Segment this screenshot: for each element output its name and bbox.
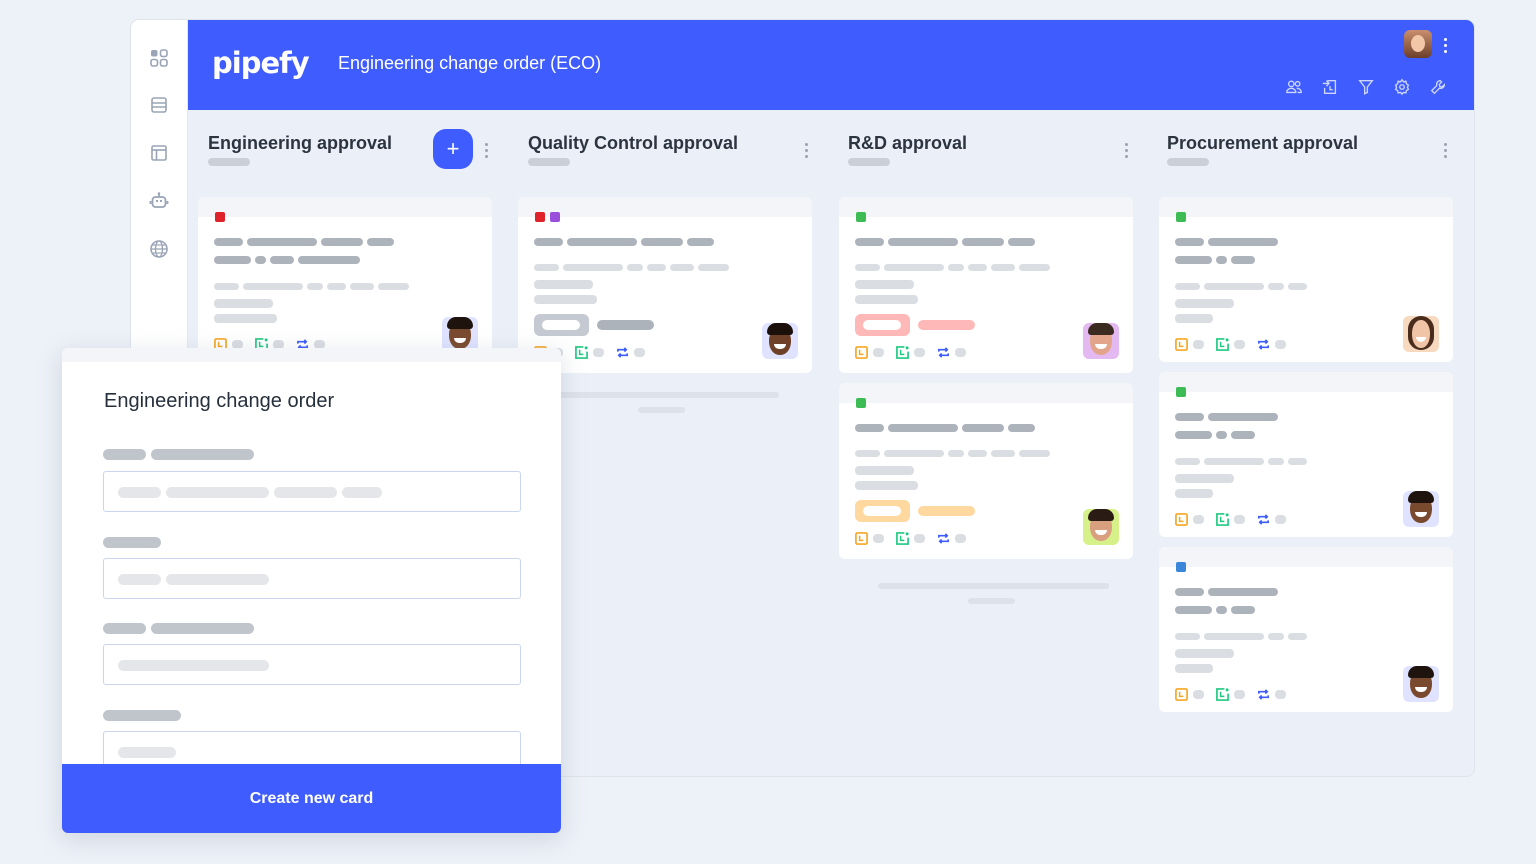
column-footer-placeholder <box>638 407 685 413</box>
phase-more-icon[interactable] <box>1443 143 1447 158</box>
user-avatar[interactable] <box>1404 30 1432 58</box>
sync-icon <box>1258 514 1269 525</box>
status-tag <box>855 314 975 336</box>
filter-icon[interactable] <box>1356 77 1376 97</box>
sync-icon <box>617 347 628 358</box>
assignee-avatar[interactable] <box>1403 316 1439 352</box>
assignee-avatar[interactable] <box>1083 509 1119 545</box>
card-labels <box>1176 212 1186 222</box>
wrench-icon[interactable] <box>1428 77 1448 97</box>
phase-count-placeholder <box>848 158 890 166</box>
sync-icon <box>938 347 949 358</box>
field-label-placeholder <box>103 449 254 460</box>
phase-title: Procurement approval <box>1167 133 1359 153</box>
pipefy-logo[interactable]: pipefy <box>212 46 310 80</box>
import-icon[interactable] <box>1320 77 1340 97</box>
status-tag <box>855 500 975 522</box>
sync-icon <box>1258 339 1269 350</box>
due-date-icon <box>855 346 868 359</box>
phase-count-placeholder <box>208 158 250 166</box>
pipe-header: pipefy Engineering change order (ECO) <box>188 20 1474 110</box>
card[interactable] <box>1159 372 1453 537</box>
label-blue <box>1176 562 1186 572</box>
column-scroll-placeholder <box>541 392 779 398</box>
card-badges <box>1175 688 1298 701</box>
sync-icon <box>1258 689 1269 700</box>
form-field-input[interactable] <box>103 471 521 512</box>
modal-title: Engineering change order <box>104 390 335 412</box>
phase-more-icon[interactable] <box>1124 143 1128 158</box>
card[interactable] <box>198 197 492 357</box>
start-form-modal: Engineering change order Create new card <box>62 348 561 833</box>
header-more-icon[interactable] <box>1443 38 1447 53</box>
robot-icon[interactable] <box>148 190 170 212</box>
globe-icon[interactable] <box>148 238 170 260</box>
assignee-avatar[interactable] <box>762 323 798 359</box>
due-date-icon <box>1175 338 1188 351</box>
card[interactable] <box>1159 547 1453 712</box>
card[interactable] <box>839 197 1133 373</box>
label-green <box>1176 387 1186 397</box>
sync-icon <box>938 533 949 544</box>
label-red <box>215 212 225 222</box>
settings-icon[interactable] <box>1392 77 1412 97</box>
phase-more-icon[interactable] <box>484 143 488 158</box>
due-date-icon <box>855 532 868 545</box>
card-labels <box>215 212 225 222</box>
label-red <box>535 212 545 222</box>
phase-title: Engineering approval <box>208 133 393 153</box>
form-field-input[interactable] <box>103 558 521 599</box>
checklist-icon <box>1216 513 1229 526</box>
assignee-avatar[interactable] <box>1083 323 1119 359</box>
header-toolbar <box>1284 77 1448 97</box>
assignee-avatar[interactable] <box>1403 491 1439 527</box>
card-badges <box>855 346 978 359</box>
grid-icon[interactable] <box>148 47 170 69</box>
field-label-placeholder <box>103 710 181 721</box>
card-labels <box>1176 387 1186 397</box>
field-label-placeholder <box>103 537 161 548</box>
card-badges <box>1175 513 1298 526</box>
checklist-icon <box>896 532 909 545</box>
card-labels <box>1176 562 1186 572</box>
pipe-title: Engineering change order (ECO) <box>338 53 602 73</box>
checklist-icon <box>575 346 588 359</box>
members-icon[interactable] <box>1284 77 1304 97</box>
card[interactable] <box>1159 197 1453 362</box>
status-tag <box>534 314 654 336</box>
due-date-icon <box>1175 688 1188 701</box>
phase-title: Quality Control approval <box>528 133 739 153</box>
card-badges <box>855 532 978 545</box>
create-new-card-button[interactable]: Create new card <box>62 764 561 833</box>
add-card-button[interactable]: + <box>433 129 473 169</box>
field-label-placeholder <box>103 623 254 634</box>
phase-more-icon[interactable] <box>804 143 808 158</box>
checklist-icon <box>1216 338 1229 351</box>
due-date-icon <box>1175 513 1188 526</box>
layout-icon[interactable] <box>148 142 170 164</box>
database-icon[interactable] <box>148 94 170 116</box>
column-scroll-placeholder <box>878 583 1109 589</box>
label-green <box>1176 212 1186 222</box>
card-badges <box>1175 338 1298 351</box>
form-field-input[interactable] <box>103 644 521 685</box>
card[interactable] <box>839 383 1133 559</box>
assignee-avatar[interactable] <box>1403 666 1439 702</box>
label-green <box>856 212 866 222</box>
checklist-icon <box>1216 688 1229 701</box>
phase-count-placeholder <box>528 158 570 166</box>
phase-count-placeholder <box>1167 158 1209 166</box>
card[interactable] <box>518 197 812 373</box>
label-purple <box>550 212 560 222</box>
phase-title: R&D approval <box>848 133 968 153</box>
column-footer-placeholder <box>968 598 1015 604</box>
checklist-icon <box>896 346 909 359</box>
card-labels <box>856 212 866 222</box>
card-labels <box>856 398 866 408</box>
label-green <box>856 398 866 408</box>
card-labels <box>535 212 560 222</box>
